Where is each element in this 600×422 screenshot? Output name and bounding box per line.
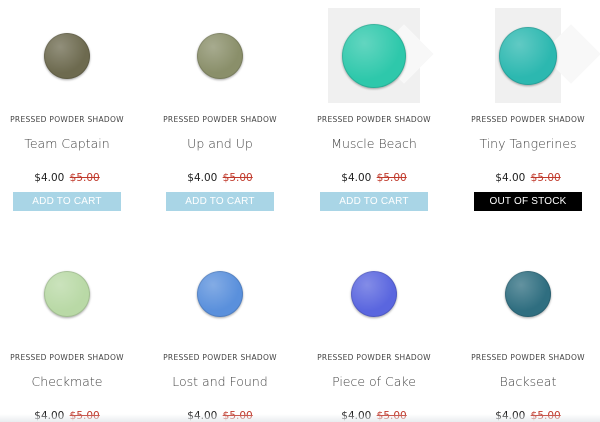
- product-image[interactable]: [319, 246, 429, 341]
- product-card[interactable]: PRESSED POWDER SHADOW Piece of Cake $4.0…: [297, 246, 451, 422]
- eyeshadow-swatch: [197, 32, 243, 79]
- product-category: PRESSED POWDER SHADOW: [471, 353, 585, 362]
- old-price: $5.00: [530, 172, 561, 184]
- old-price: $5.00: [376, 172, 407, 184]
- product-category: PRESSED POWDER SHADOW: [163, 115, 277, 124]
- eyeshadow-swatch: [351, 270, 397, 317]
- product-name[interactable]: Lost and Found: [143, 374, 297, 390]
- old-price: $5.00: [222, 172, 253, 184]
- product-name[interactable]: Checkmate: [0, 374, 144, 390]
- product-card[interactable]: PRESSED POWDER SHADOW Checkmate $4.00 $5…: [0, 246, 144, 422]
- product-price: $4.00 $5.00: [187, 172, 253, 184]
- product-price: $4.00 $5.00: [341, 172, 407, 184]
- product-card[interactable]: PRESSED POWDER SHADOW Backseat $4.00 $5.…: [451, 246, 600, 422]
- add-to-cart-button[interactable]: ADD TO CART: [13, 192, 121, 211]
- product-card[interactable]: PRESSED POWDER SHADOW Lost and Found $4.…: [143, 246, 297, 422]
- eyeshadow-swatch: [342, 23, 406, 88]
- add-to-cart-button[interactable]: ADD TO CART: [166, 192, 274, 211]
- product-image[interactable]: [12, 246, 122, 341]
- product-card[interactable]: PRESSED POWDER SHADOW Muscle Beach $4.00…: [297, 8, 451, 211]
- product-category: PRESSED POWDER SHADOW: [317, 115, 431, 124]
- product-category: PRESSED POWDER SHADOW: [10, 353, 124, 362]
- add-to-cart-button[interactable]: ADD TO CART: [320, 192, 428, 211]
- product-card[interactable]: PRESSED POWDER SHADOW Team Captain $4.00…: [0, 8, 144, 211]
- eyeshadow-swatch: [197, 270, 243, 317]
- product-image[interactable]: [495, 8, 561, 103]
- product-name[interactable]: Up and Up: [143, 136, 297, 152]
- eyeshadow-swatch: [505, 270, 551, 317]
- eyeshadow-swatch: [499, 26, 557, 85]
- product-image[interactable]: [165, 246, 275, 341]
- product-category: PRESSED POWDER SHADOW: [471, 115, 585, 124]
- out-of-stock-button[interactable]: OUT OF STOCK: [474, 192, 582, 211]
- eyeshadow-swatch: [44, 32, 90, 79]
- product-category: PRESSED POWDER SHADOW: [10, 115, 124, 124]
- product-card[interactable]: PRESSED POWDER SHADOW Tiny Tangerines $4…: [451, 8, 600, 211]
- product-name[interactable]: Backseat: [451, 374, 600, 390]
- product-category: PRESSED POWDER SHADOW: [163, 353, 277, 362]
- product-name[interactable]: Piece of Cake: [297, 374, 451, 390]
- product-name[interactable]: Tiny Tangerines: [451, 136, 600, 152]
- product-image[interactable]: [12, 8, 122, 103]
- product-name[interactable]: Muscle Beach: [297, 136, 451, 152]
- product-grid: PRESSED POWDER SHADOW Team Captain $4.00…: [0, 0, 600, 422]
- page-bottom-fade: [0, 414, 600, 422]
- eyeshadow-swatch: [44, 270, 90, 317]
- product-image[interactable]: [473, 246, 583, 341]
- product-name[interactable]: Team Captain: [0, 136, 144, 152]
- product-price: $4.00 $5.00: [495, 172, 561, 184]
- product-image[interactable]: [165, 8, 275, 103]
- product-price: $4.00 $5.00: [34, 172, 100, 184]
- old-price: $5.00: [69, 172, 100, 184]
- product-category: PRESSED POWDER SHADOW: [317, 353, 431, 362]
- product-image[interactable]: [328, 8, 420, 103]
- product-card[interactable]: PRESSED POWDER SHADOW Up and Up $4.00 $5…: [143, 8, 297, 211]
